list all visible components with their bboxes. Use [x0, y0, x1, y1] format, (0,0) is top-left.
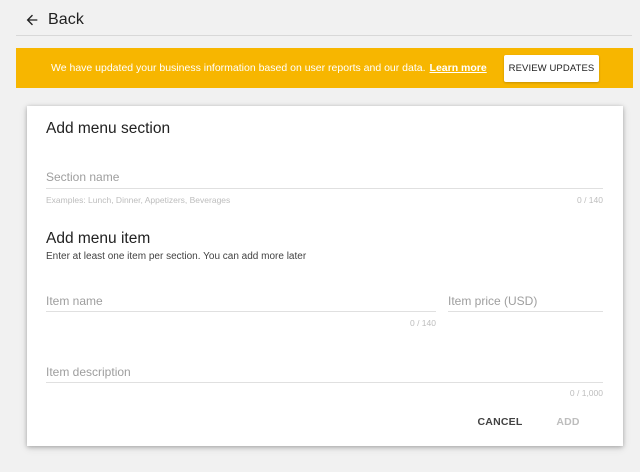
item-subtitle: Enter at least one item per section. You… [46, 251, 307, 262]
review-updates-button[interactable]: REVIEW UPDATES [504, 55, 599, 82]
section-name-counter: 0 / 140 [577, 195, 603, 205]
add-button[interactable]: ADD [549, 411, 587, 433]
section-name-hint: Examples: Lunch, Dinner, Appetizers, Bev… [46, 195, 231, 205]
item-name-underline [46, 311, 436, 312]
top-bar: Back [0, 0, 640, 38]
update-banner: We have updated your business informatio… [16, 48, 633, 88]
section-title: Add menu section [46, 120, 171, 137]
item-description-counter: 0 / 1,000 [569, 388, 603, 398]
item-price-underline [448, 311, 603, 312]
item-name-counter: 0 / 140 [410, 318, 436, 328]
item-price-input[interactable]: Item price (USD) [448, 294, 537, 308]
arrow-left-icon [26, 14, 38, 26]
item-title: Add menu item [46, 230, 151, 247]
back-button[interactable]: Back [24, 9, 84, 31]
item-description-input[interactable]: Item description [46, 365, 131, 379]
learn-more-link[interactable]: Learn more [430, 62, 487, 74]
header-divider [16, 35, 632, 36]
section-name-input[interactable]: Section name [46, 170, 119, 184]
banner-message: We have updated your business informatio… [51, 48, 487, 88]
menu-editor-card: Add menu section Section name Examples: … [27, 106, 623, 446]
banner-text: We have updated your business informatio… [51, 62, 426, 74]
back-label: Back [48, 11, 84, 28]
cancel-button[interactable]: CANCEL [473, 411, 527, 433]
item-name-input[interactable]: Item name [46, 294, 103, 308]
section-name-underline [46, 188, 603, 189]
item-description-underline [46, 382, 603, 383]
